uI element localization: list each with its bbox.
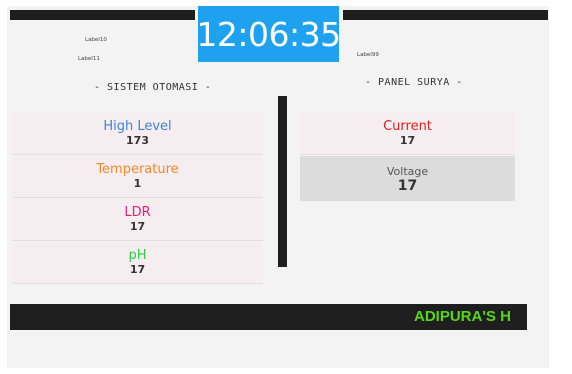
voltage-value: 17 — [397, 178, 418, 194]
current-value: 17 — [399, 133, 416, 147]
scrolling-ticker: ADIPURA'S H — [10, 304, 527, 330]
sistem-otomasi-title: - SISTEM OTOMASI - — [94, 82, 212, 93]
temperature-card: Temperature 1 — [12, 156, 263, 198]
ldr-value: 17 — [129, 220, 146, 233]
current-card: Current 17 — [300, 112, 515, 155]
clock-display: 12:06:35 — [196, 6, 341, 62]
label11: Label11 — [78, 56, 100, 62]
vertical-divider — [278, 96, 287, 267]
ldr-label: LDR — [124, 205, 151, 220]
voltage-card: Voltage 17 — [300, 156, 515, 201]
voltage-label: Voltage — [386, 165, 429, 178]
label10: Label10 — [85, 37, 107, 43]
high-level-value: 173 — [126, 133, 149, 147]
panel-surya-title: - PANEL SURYA - — [365, 77, 463, 88]
high-level-label: High Level — [103, 118, 172, 134]
temperature-value: 1 — [133, 177, 142, 190]
temperature-label: Temperature — [96, 162, 179, 177]
ph-label: pH — [128, 248, 147, 263]
ph-card: pH 17 — [12, 242, 263, 284]
top-bar-right — [343, 10, 548, 20]
current-label: Current — [383, 118, 432, 134]
ph-value: 17 — [129, 263, 146, 276]
label99: Label99 — [357, 52, 379, 58]
ticker-text: ADIPURA'S H — [414, 308, 511, 325]
ldr-card: LDR 17 — [12, 199, 263, 241]
top-bar-left — [10, 10, 195, 20]
high-level-card: High Level 173 — [12, 112, 263, 155]
